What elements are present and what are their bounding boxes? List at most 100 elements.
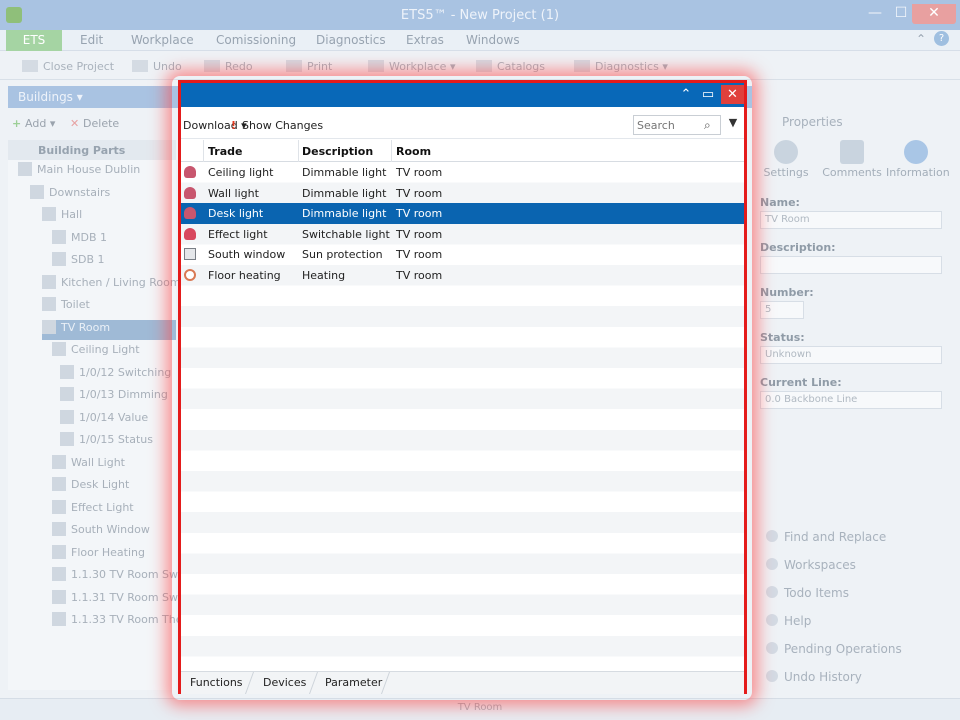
tab-comments[interactable]: Comments	[822, 140, 882, 179]
tree-item[interactable]: Ceiling Light	[52, 342, 176, 362]
tree-item[interactable]: 1.1.33 TV Room Therm	[52, 612, 198, 632]
tree-item[interactable]: Main House Dublin	[18, 162, 176, 182]
print-button[interactable]: Print	[286, 60, 332, 73]
todo-items-link[interactable]: Todo Items	[766, 586, 849, 600]
building-part-icon	[52, 499, 66, 514]
tree-item[interactable]: 1.1.30 TV Room Switch	[52, 567, 198, 587]
cell-trade: Effect light	[208, 227, 268, 241]
menu-extras[interactable]: Extras	[406, 33, 444, 47]
dialog-titlebar: ⌃ ▭ ✕	[181, 83, 744, 107]
tree-item-label: 1/0/14 Value	[79, 410, 149, 424]
tree-item[interactable]: 1/0/13 Dimming	[60, 387, 176, 407]
status-label: Status:	[760, 331, 805, 344]
status-select[interactable]: Unknown	[760, 346, 942, 364]
tree-item[interactable]: South Window	[52, 522, 176, 542]
close-project-button[interactable]: Close Project	[22, 60, 114, 73]
restore-button[interactable]: ▭	[697, 85, 719, 104]
tree-item[interactable]: MDB 1	[52, 229, 176, 250]
current-line-select[interactable]: 0.0 Backbone Line	[760, 391, 942, 409]
undo-history-link[interactable]: Undo History	[766, 670, 862, 684]
table-row[interactable]: Effect light Switchable light TV room	[181, 224, 744, 245]
tree-item[interactable]: 1.1.31 TV Room Switch	[52, 589, 198, 610]
table-row[interactable]: Floor heating Heating TV room	[181, 265, 744, 286]
number-stepper[interactable]: 5	[760, 301, 804, 319]
tree-item-label: Toilet	[61, 298, 90, 311]
menu-edit[interactable]: Edit	[80, 33, 103, 47]
tree-item[interactable]: Effect Light	[52, 499, 176, 520]
tree-item[interactable]: SDB 1	[52, 252, 176, 272]
cell-trade: South window	[208, 248, 286, 262]
tree-item-label: Kitchen / Living Room	[61, 275, 181, 289]
delete-button[interactable]: ✕ Delete	[70, 117, 119, 130]
cell-description: Sun protection	[302, 248, 383, 262]
properties-title: Properties	[782, 115, 843, 129]
diagnostics-button[interactable]: Diagnostics ▾	[574, 60, 668, 73]
cell-description: Dimmable light	[302, 207, 387, 221]
table-row[interactable]: South window Sun protection TV room	[181, 244, 744, 265]
column-header-room[interactable]: Room	[396, 145, 431, 158]
menu-workplace[interactable]: Workplace	[131, 33, 194, 47]
find-and-replace-link[interactable]: Find and Replace	[766, 530, 886, 544]
redo-button[interactable]: Redo	[204, 60, 253, 73]
add-button[interactable]: + Add ▾	[12, 117, 55, 130]
table-row[interactable]: Wall light Dimmable light TV room	[181, 183, 744, 204]
tree-item-label: Hall	[61, 208, 83, 221]
show-changes-button[interactable]: ! Show Changes	[231, 119, 323, 132]
tree-item[interactable]: 1/0/14 Value	[60, 409, 176, 430]
tree-item[interactable]: Floor Heating	[52, 544, 176, 565]
current-line-label: Current Line:	[760, 376, 842, 389]
tree-item[interactable]: Kitchen / Living Room	[42, 274, 181, 295]
search-icon[interactable]: ⌕	[704, 118, 711, 133]
tab-settings[interactable]: Settings	[756, 140, 816, 179]
building-part-icon	[52, 522, 66, 536]
tree-item[interactable]: Toilet	[42, 297, 176, 317]
plus-icon: +	[12, 117, 26, 130]
name-field[interactable]: TV Room	[760, 211, 942, 229]
ribbon-collapse-icon[interactable]: ⌃	[916, 32, 926, 46]
column-header-trade[interactable]: Trade	[208, 145, 242, 158]
tree-item[interactable]: Downstairs	[30, 184, 176, 205]
filter-icon[interactable]: ▼	[725, 116, 741, 134]
properties-fields: Name: TV Room Description: Number: 5 Sta…	[754, 190, 952, 420]
tab-devices[interactable]: Devices	[263, 676, 306, 689]
properties-header: Properties	[754, 110, 952, 136]
menu-diagnostics[interactable]: Diagnostics	[316, 33, 386, 47]
building-part-icon	[42, 207, 56, 221]
tab-functions[interactable]: Functions	[190, 676, 243, 689]
close-dialog-button[interactable]: ✕	[721, 85, 744, 104]
tab-information[interactable]: Information	[886, 140, 950, 179]
buildings-panel-title[interactable]: Buildings ▾	[18, 90, 83, 104]
workplace-button[interactable]: Workplace ▾	[368, 60, 455, 73]
bulb-switch-icon	[184, 227, 196, 240]
building-part-icon	[52, 252, 66, 266]
description-field[interactable]	[760, 256, 942, 274]
table-row[interactable]: Desk light Dimmable light TV room	[181, 203, 744, 224]
workspaces-link[interactable]: Workspaces	[766, 558, 856, 572]
catalogs-button[interactable]: Catalogs	[476, 60, 545, 73]
minimize-button[interactable]: —	[862, 4, 888, 24]
cell-description: Dimmable light	[302, 186, 387, 200]
menu-windows[interactable]: Windows	[466, 33, 520, 47]
help-link[interactable]: Help	[766, 614, 811, 628]
search-input[interactable]	[637, 118, 701, 132]
close-window-button[interactable]: ✕	[912, 4, 956, 24]
tree-item[interactable]: 1/0/12 Switching	[60, 364, 176, 385]
chevron-up-icon[interactable]: ⌃	[675, 85, 697, 104]
status-text: TV Room	[457, 702, 503, 713]
column-header-description[interactable]: Description	[302, 145, 373, 158]
help-icon[interactable]: ?	[934, 31, 949, 46]
tree-item[interactable]: TV Room	[42, 319, 176, 340]
pending-operations-link[interactable]: Pending Operations	[766, 642, 902, 656]
tab-parameter[interactable]: Parameter	[325, 676, 382, 689]
tree-item[interactable]: 1/0/15 Status	[60, 432, 176, 452]
undo-button[interactable]: Undo	[132, 60, 182, 73]
menu-comissioning[interactable]: Comissioning	[216, 33, 296, 47]
table-row[interactable]: Ceiling light Dimmable light TV room	[181, 162, 744, 183]
tree-item[interactable]: Wall Light	[52, 454, 176, 475]
tree-item[interactable]: Hall	[42, 207, 176, 227]
building-part-icon	[52, 612, 66, 626]
dialog-tabs: Functions Devices Parameter	[181, 671, 744, 694]
maximize-button[interactable]: ☐	[888, 4, 914, 24]
menu-ets[interactable]: ETS	[6, 30, 62, 51]
tree-item[interactable]: Desk Light	[52, 477, 176, 497]
